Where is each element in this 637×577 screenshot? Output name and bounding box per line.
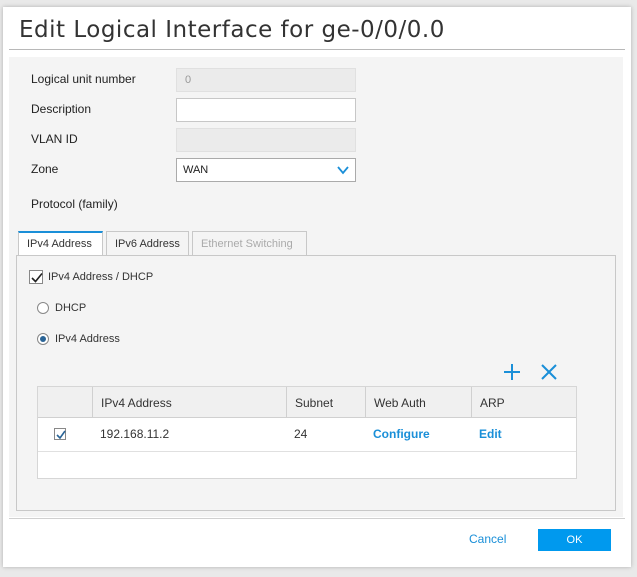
column-header-subnet[interactable]: Subnet — [287, 387, 366, 418]
title-divider — [9, 49, 625, 50]
ipv4-address-radio[interactable] — [37, 333, 49, 345]
vlan-id-field — [176, 128, 356, 152]
checkmark-icon — [31, 272, 43, 283]
ipv4-dhcp-checkbox[interactable] — [29, 270, 43, 284]
tab-ipv4-address[interactable]: IPv4 Address — [18, 231, 103, 256]
close-icon[interactable] — [539, 362, 559, 382]
dhcp-radio-label: DHCP — [55, 302, 87, 314]
dhcp-radio[interactable] — [37, 302, 49, 314]
edit-logical-interface-dialog: Edit Logical Interface for ge-0/0/0.0 Lo… — [3, 7, 631, 567]
zone-label: Zone — [31, 162, 59, 176]
plus-icon[interactable] — [502, 362, 522, 382]
dialog-title: Edit Logical Interface for ge-0/0/0.0 — [19, 17, 445, 43]
chevron-down-icon — [337, 166, 349, 175]
column-header-ipv4-address[interactable]: IPv4 Address — [93, 387, 287, 418]
logical-unit-label: Logical unit number — [31, 72, 136, 86]
tab-ethernet-switching: Ethernet Switching — [192, 231, 307, 256]
cancel-button[interactable]: Cancel — [469, 532, 506, 546]
ipv4-tab-panel: IPv4 Address / DHCP DHCP IPv4 Address IP… — [16, 255, 616, 511]
dialog-content: Logical unit number 0 Description VLAN I… — [9, 57, 623, 517]
ipv4-dhcp-label: IPv4 Address / DHCP — [48, 271, 154, 283]
table-row[interactable]: 192.168.11.2 24 Configure Edit — [38, 418, 576, 452]
description-label: Description — [31, 102, 92, 116]
logical-unit-field: 0 — [176, 68, 356, 92]
protocol-family-label: Protocol (family) — [31, 197, 118, 211]
description-field[interactable] — [176, 98, 356, 122]
row-ipv4-address: 192.168.11.2 — [100, 427, 170, 441]
edit-arp-link[interactable]: Edit — [479, 427, 502, 441]
tab-ipv6-address[interactable]: IPv6 Address — [106, 231, 189, 256]
column-header-arp[interactable]: ARP — [472, 387, 578, 418]
ok-button[interactable]: OK — [538, 529, 611, 551]
zone-select-value: WAN — [183, 164, 209, 176]
row-select-checkbox[interactable] — [54, 428, 66, 440]
configure-web-auth-link[interactable]: Configure — [373, 427, 430, 441]
table-header: IPv4 Address Subnet Web Auth ARP — [38, 387, 576, 418]
checkmark-icon — [56, 430, 66, 440]
ipv4-address-table: IPv4 Address Subnet Web Auth ARP 192.168… — [37, 386, 577, 479]
ipv4-address-radio-label: IPv4 Address — [55, 333, 120, 345]
column-header-select — [38, 387, 93, 418]
footer-divider — [9, 518, 625, 519]
vlan-id-label: VLAN ID — [31, 132, 78, 146]
row-subnet: 24 — [294, 427, 308, 441]
zone-select[interactable]: WAN — [176, 158, 356, 182]
column-header-web-auth[interactable]: Web Auth — [366, 387, 472, 418]
